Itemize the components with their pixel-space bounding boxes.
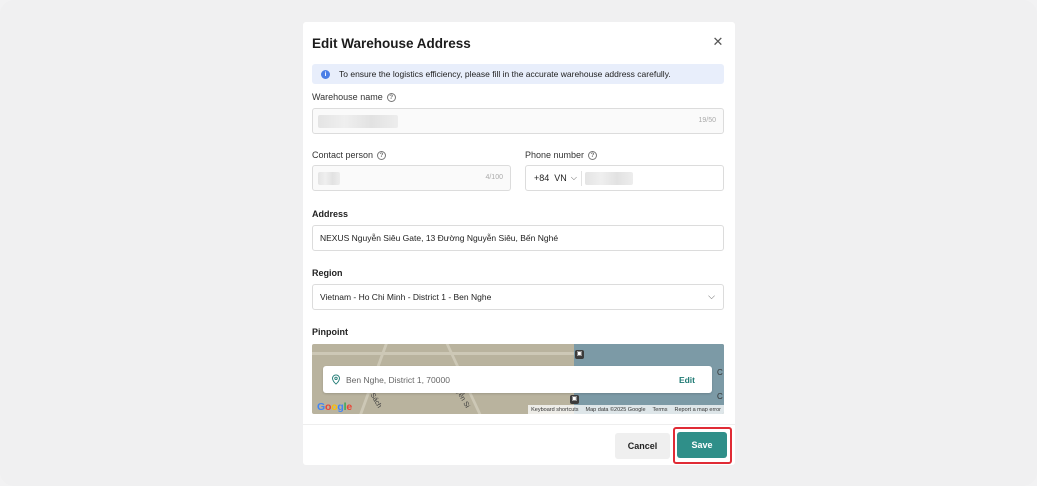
google-logo: Google <box>317 401 352 413</box>
map-letter: C <box>717 368 723 377</box>
divider <box>581 171 582 186</box>
map-location-bar: Ben Nghe, District 1, 70000 Edit <box>323 366 712 393</box>
redacted-value <box>585 172 633 185</box>
info-icon: i <box>321 69 330 79</box>
report-map-error-link[interactable]: Report a map error <box>675 407 721 413</box>
pinpoint-label: Pinpoint <box>312 327 348 337</box>
contact-person-counter: 4/100 <box>485 174 503 181</box>
phone-number-input[interactable]: +84 VN ⌵ <box>525 165 724 191</box>
location-pin-icon <box>332 374 340 385</box>
map-marker-icon: ▣ <box>570 395 579 404</box>
map-data-text: Map data ©2025 Google <box>585 406 646 413</box>
location-text: Ben Nghe, District 1, 70000 <box>346 375 450 385</box>
edit-location-button[interactable]: Edit <box>679 375 695 385</box>
chevron-down-icon: ⌵ <box>570 173 577 182</box>
phone-number-label: Phone number ? <box>525 150 598 160</box>
contact-person-label: Contact person ? <box>312 150 387 160</box>
contact-person-input[interactable]: 4/100 <box>312 165 511 191</box>
info-banner-text: To ensure the logistics efficiency, plea… <box>339 69 671 79</box>
edit-warehouse-dialog: Edit Warehouse Address ✕ i To ensure the… <box>303 22 735 465</box>
redacted-value <box>318 172 340 185</box>
map-letter: C <box>717 392 723 401</box>
warehouse-name-input[interactable]: 19/50 <box>312 108 724 134</box>
chevron-down-icon: ⌵ <box>708 291 715 301</box>
map-road <box>312 352 574 355</box>
address-label: Address <box>312 209 349 219</box>
map-attribution: Keyboard shortcuts Map data ©2025 Google… <box>528 405 724 414</box>
warehouse-name-label: Warehouse name ? <box>312 92 396 102</box>
help-icon[interactable]: ? <box>386 92 396 102</box>
pinpoint-map[interactable]: hi Sách uyễn Si ▣ ▣ C C Ben Nghe, Distri… <box>312 344 724 414</box>
redacted-value <box>318 115 398 128</box>
help-icon[interactable]: ? <box>377 150 387 160</box>
keyboard-shortcuts-link[interactable]: Keyboard shortcuts <box>531 407 578 413</box>
warehouse-name-counter: 19/50 <box>698 117 716 124</box>
region-value: Vietnam - Ho Chi Minh - District 1 - Ben… <box>320 292 492 302</box>
country-code-select[interactable]: +84 VN ⌵ <box>534 173 577 183</box>
footer-divider <box>303 424 735 425</box>
address-input[interactable]: NEXUS Nguyễn Siêu Gate, 13 Đường Nguyễn … <box>312 225 724 251</box>
save-button[interactable]: Save <box>677 432 727 458</box>
region-select[interactable]: Vietnam - Ho Chi Minh - District 1 - Ben… <box>312 284 724 310</box>
address-value: NEXUS Nguyễn Siêu Gate, 13 Đường Nguyễn … <box>320 233 559 243</box>
dialog-title: Edit Warehouse Address <box>312 36 471 51</box>
cancel-button[interactable]: Cancel <box>615 433 670 459</box>
close-icon[interactable]: ✕ <box>711 35 725 49</box>
help-icon[interactable]: ? <box>588 150 598 160</box>
info-banner: i To ensure the logistics efficiency, pl… <box>312 64 724 84</box>
region-label: Region <box>312 268 343 278</box>
map-marker-icon: ▣ <box>575 350 584 359</box>
terms-link[interactable]: Terms <box>653 407 668 413</box>
